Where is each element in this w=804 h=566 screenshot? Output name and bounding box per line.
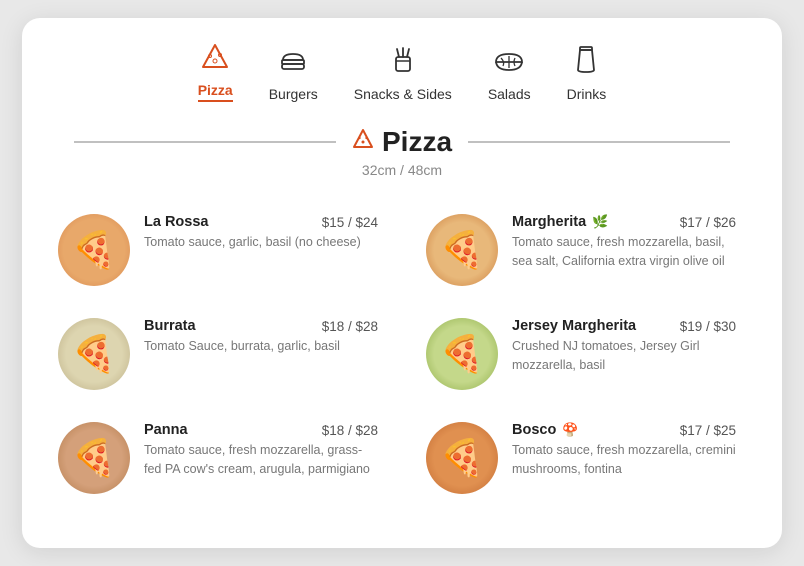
- item-desc-burrata: Tomato Sauce, burrata, garlic, basil: [144, 337, 378, 356]
- burger-icon: [278, 48, 308, 80]
- pizza-image-la-rossa: 🍕: [58, 214, 130, 286]
- nav-burgers-label: Burgers: [269, 86, 318, 102]
- menu-item-jersey-margherita: 🍕 Jersey Margherita $19 / $30 Crushed NJ…: [402, 302, 746, 406]
- drink-icon: [575, 44, 597, 80]
- item-info-burrata: Burrata $18 / $28 Tomato Sauce, burrata,…: [144, 318, 378, 356]
- item-info-panna: Panna $18 / $28 Tomato sauce, fresh mozz…: [144, 422, 378, 479]
- menu-card: Pizza Burgers Sn: [22, 18, 782, 548]
- item-info-jersey-margherita: Jersey Margherita $19 / $30 Crushed NJ t…: [512, 318, 736, 375]
- section-title-wrap: Pizza: [352, 126, 452, 158]
- menu-item-la-rossa: 🍕 La Rossa $15 / $24 Tomato sauce, garli…: [58, 198, 402, 302]
- nav-burgers[interactable]: Burgers: [269, 48, 318, 102]
- item-price-panna: $18 / $28: [322, 423, 378, 438]
- nav-drinks[interactable]: Drinks: [567, 44, 607, 102]
- item-info-margherita: Margherita 🌿 $17 / $26 Tomato sauce, fre…: [512, 214, 736, 271]
- pizza-image-margherita: 🍕: [426, 214, 498, 286]
- item-name-jersey-margherita: Jersey Margherita: [512, 318, 636, 334]
- item-price-jersey-margherita: $19 / $30: [680, 319, 736, 334]
- fries-icon: [389, 44, 417, 80]
- item-desc-bosco: Tomato sauce, fresh mozzarella, cremini …: [512, 441, 736, 479]
- nav-pizza-label: Pizza: [198, 82, 233, 102]
- nav-salads[interactable]: Salads: [488, 48, 531, 102]
- vegan-badge: 🌿: [592, 214, 608, 229]
- item-name-la-rossa: La Rossa: [144, 214, 208, 230]
- item-price-margherita: $17 / $26: [680, 215, 736, 230]
- menu-item-bosco: 🍕 Bosco 🍄 $17 / $25 Tomato sauce, fresh …: [402, 406, 746, 510]
- item-name-bosco: Bosco 🍄: [512, 422, 579, 438]
- pizza-image-panna: 🍕: [58, 422, 130, 494]
- item-info-bosco: Bosco 🍄 $17 / $25 Tomato sauce, fresh mo…: [512, 422, 736, 479]
- nav-drinks-label: Drinks: [567, 86, 607, 102]
- menu-item-panna: 🍕 Panna $18 / $28 Tomato sauce, fresh mo…: [58, 406, 402, 510]
- pizza-icon: [200, 42, 230, 76]
- item-desc-panna: Tomato sauce, fresh mozzarella, grass-fe…: [144, 441, 378, 479]
- section-subtitle: 32cm / 48cm: [58, 162, 746, 178]
- item-name-panna: Panna: [144, 422, 188, 438]
- item-price-la-rossa: $15 / $24: [322, 215, 378, 230]
- nav-snacks-label: Snacks & Sides: [354, 86, 452, 102]
- nav-salads-label: Salads: [488, 86, 531, 102]
- menu-grid: 🍕 La Rossa $15 / $24 Tomato sauce, garli…: [58, 198, 746, 510]
- pizza-image-burrata: 🍕: [58, 318, 130, 390]
- item-price-burrata: $18 / $28: [322, 319, 378, 334]
- category-nav: Pizza Burgers Sn: [58, 42, 746, 102]
- item-desc-la-rossa: Tomato sauce, garlic, basil (no cheese): [144, 233, 378, 252]
- nav-snacks[interactable]: Snacks & Sides: [354, 44, 452, 102]
- item-price-bosco: $17 / $25: [680, 423, 736, 438]
- section-pizza-icon: [352, 128, 374, 156]
- salad-icon: [493, 48, 525, 80]
- nav-pizza[interactable]: Pizza: [198, 42, 233, 102]
- pizza-image-jersey-margherita: 🍕: [426, 318, 498, 390]
- menu-item-margherita: 🍕 Margherita 🌿 $17 / $26 Tomato sauce, f…: [402, 198, 746, 302]
- pizza-image-bosco: 🍕: [426, 422, 498, 494]
- item-desc-margherita: Tomato sauce, fresh mozzarella, basil, s…: [512, 233, 736, 271]
- item-info-la-rossa: La Rossa $15 / $24 Tomato sauce, garlic,…: [144, 214, 378, 252]
- item-name-burrata: Burrata: [144, 318, 196, 334]
- item-desc-jersey-margherita: Crushed NJ tomatoes, Jersey Girl mozzare…: [512, 337, 736, 375]
- section-title: Pizza: [382, 126, 452, 158]
- section-header: Pizza: [58, 126, 746, 158]
- item-name-margherita: Margherita 🌿: [512, 214, 608, 230]
- mushroom-badge: 🍄: [562, 422, 578, 437]
- menu-item-burrata: 🍕 Burrata $18 / $28 Tomato Sauce, burrat…: [58, 302, 402, 406]
